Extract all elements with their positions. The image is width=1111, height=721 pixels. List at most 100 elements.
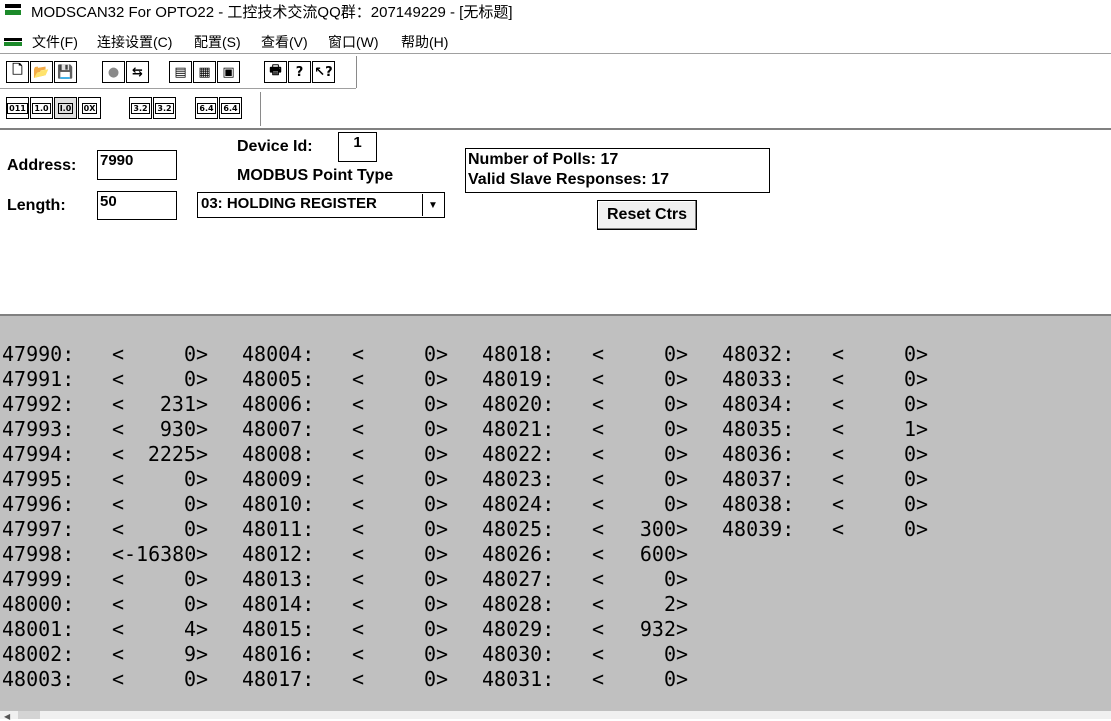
register-row[interactable]: 47993: <930 > <box>2 417 212 442</box>
register-row[interactable]: 48022: <0 > <box>482 442 692 467</box>
scroll-thumb[interactable] <box>18 711 40 719</box>
decimal-format-icon[interactable]: 1.0 <box>30 97 53 119</box>
register-row[interactable]: 48036: <0 > <box>722 442 932 467</box>
bracket-open: < <box>111 367 124 391</box>
register-row[interactable]: 48018: <0 > <box>482 342 692 367</box>
register-row[interactable]: 48027: <0 > <box>482 567 692 592</box>
register-value: 0 <box>903 342 916 366</box>
float-format-icon[interactable]: 3.2 <box>129 97 152 119</box>
float-swapped-format-icon[interactable]: 3.2 <box>153 97 176 119</box>
about-icon[interactable]: ? <box>288 61 311 83</box>
context-help-icon[interactable]: ↖? <box>312 61 335 83</box>
register-row[interactable]: 48000: <0 > <box>2 592 212 617</box>
chevron-down-icon[interactable]: ▼ <box>422 194 443 216</box>
register-address: 48006: <box>242 392 315 416</box>
menu-setup[interactable]: 配置(S) <box>194 32 241 52</box>
register-row[interactable]: 48024: <0 > <box>482 492 692 517</box>
double-format-icon[interactable]: 6.4 <box>195 97 218 119</box>
new-file-icon[interactable]: 🗋 <box>6 61 29 83</box>
register-address: 48039: <box>722 517 795 541</box>
register-value: 0 <box>423 467 436 491</box>
cascade-windows-icon[interactable]: ▣ <box>217 61 240 83</box>
register-row[interactable]: 48012: <0 > <box>242 542 452 567</box>
bracket-open: < <box>111 592 124 616</box>
connect-icon[interactable]: ● <box>102 61 125 83</box>
bracket-close: > <box>436 642 449 666</box>
register-row[interactable]: 48029: <932 > <box>482 617 692 642</box>
register-row[interactable]: 48037: <0 > <box>722 467 932 492</box>
register-row[interactable]: 47994: <2225 > <box>2 442 212 467</box>
register-row[interactable]: 47990: <0 > <box>2 342 212 367</box>
register-row[interactable]: 48014: <0 > <box>242 592 452 617</box>
register-value: 0 <box>423 342 436 366</box>
length-input[interactable]: 50 <box>97 191 177 220</box>
register-row[interactable]: 48003: <0 > <box>2 667 212 692</box>
print-icon[interactable]: 🖶 <box>264 61 287 83</box>
scroll-left-icon[interactable]: ◀ <box>4 712 10 721</box>
register-row[interactable]: 48004: <0 > <box>242 342 452 367</box>
register-row[interactable]: 47992: <231 > <box>2 392 212 417</box>
menu-help[interactable]: 帮助(H) <box>401 32 448 52</box>
register-row[interactable]: 47996: <0 > <box>2 492 212 517</box>
register-value: 0 <box>663 642 676 666</box>
hex-format-icon[interactable]: 0X <box>78 97 101 119</box>
register-row[interactable]: 48005: <0 > <box>242 367 452 392</box>
bracket-close: > <box>436 617 449 641</box>
register-row[interactable]: 48039: <0 > <box>722 517 932 542</box>
device-id-input[interactable]: 1 <box>338 132 377 162</box>
register-row[interactable]: 48017: <0 > <box>242 667 452 692</box>
register-row[interactable]: 48032: <0 > <box>722 342 932 367</box>
point-type-select[interactable]: 03: HOLDING REGISTER ▼ <box>197 192 445 218</box>
register-row[interactable]: 48010: <0 > <box>242 492 452 517</box>
register-row[interactable]: 48030: <0 > <box>482 642 692 667</box>
tile-windows-icon[interactable]: ▦ <box>193 61 216 83</box>
register-row[interactable]: 48020: <0 > <box>482 392 692 417</box>
register-row[interactable]: 48019: <0 > <box>482 367 692 392</box>
register-row[interactable]: 48006: <0 > <box>242 392 452 417</box>
register-row[interactable]: 48025: <300 > <box>482 517 692 542</box>
register-row[interactable]: 48013: <0 > <box>242 567 452 592</box>
register-row[interactable]: 47991: <0 > <box>2 367 212 392</box>
register-row[interactable]: 48038: <0 > <box>722 492 932 517</box>
open-folder-icon[interactable]: 📂 <box>30 61 53 83</box>
address-input[interactable]: 7990 <box>97 150 177 180</box>
display-options-icon[interactable]: ▤ <box>169 61 192 83</box>
register-row[interactable]: 47997: <0 > <box>2 517 212 542</box>
double-swapped-format-icon[interactable]: 6.4 <box>219 97 242 119</box>
register-row[interactable]: 48034: <0 > <box>722 392 932 417</box>
register-row[interactable]: 48035: <1 > <box>722 417 932 442</box>
register-row[interactable]: 48008: <0 > <box>242 442 452 467</box>
register-row[interactable]: 48007: <0 > <box>242 417 452 442</box>
horizontal-scrollbar[interactable]: ◀ <box>0 711 1111 721</box>
register-row[interactable]: 48002: <9 > <box>2 642 212 667</box>
document-icon[interactable] <box>4 38 22 46</box>
register-row[interactable]: 47999: <0 > <box>2 567 212 592</box>
bracket-open: < <box>351 392 364 416</box>
integer-format-icon[interactable]: I.0 <box>54 97 77 119</box>
reset-counters-button[interactable]: Reset Ctrs <box>597 200 697 230</box>
menu-file[interactable]: 文件(F) <box>32 32 78 52</box>
disconnect-icon[interactable]: ⇆ <box>126 61 149 83</box>
register-value: 0 <box>423 617 436 641</box>
menu-view[interactable]: 查看(V) <box>261 32 308 52</box>
register-row[interactable]: 47995: <0 > <box>2 467 212 492</box>
register-row[interactable]: 48016: <0 > <box>242 642 452 667</box>
register-row[interactable]: 48021: <0 > <box>482 417 692 442</box>
bracket-open: < <box>591 642 604 666</box>
register-row[interactable]: 48015: <0 > <box>242 617 452 642</box>
register-row[interactable]: 48028: <2 > <box>482 592 692 617</box>
register-row[interactable]: 48001: <4 > <box>2 617 212 642</box>
save-icon[interactable]: 💾 <box>54 61 77 83</box>
register-row[interactable]: 48026: <600 > <box>482 542 692 567</box>
register-row[interactable]: 48009: <0 > <box>242 467 452 492</box>
register-row[interactable]: 47998: < -16380 > <box>2 542 212 567</box>
bracket-open: < <box>111 392 124 416</box>
register-value: 0 <box>663 492 676 516</box>
register-row[interactable]: 48011: <0 > <box>242 517 452 542</box>
register-row[interactable]: 48023: <0 > <box>482 467 692 492</box>
register-row[interactable]: 48031: <0 > <box>482 667 692 692</box>
register-row[interactable]: 48033: <0 > <box>722 367 932 392</box>
menu-window[interactable]: 窗口(W) <box>328 32 379 52</box>
binary-format-icon[interactable]: 011 <box>6 97 29 119</box>
menu-connection[interactable]: 连接设置(C) <box>97 32 172 52</box>
